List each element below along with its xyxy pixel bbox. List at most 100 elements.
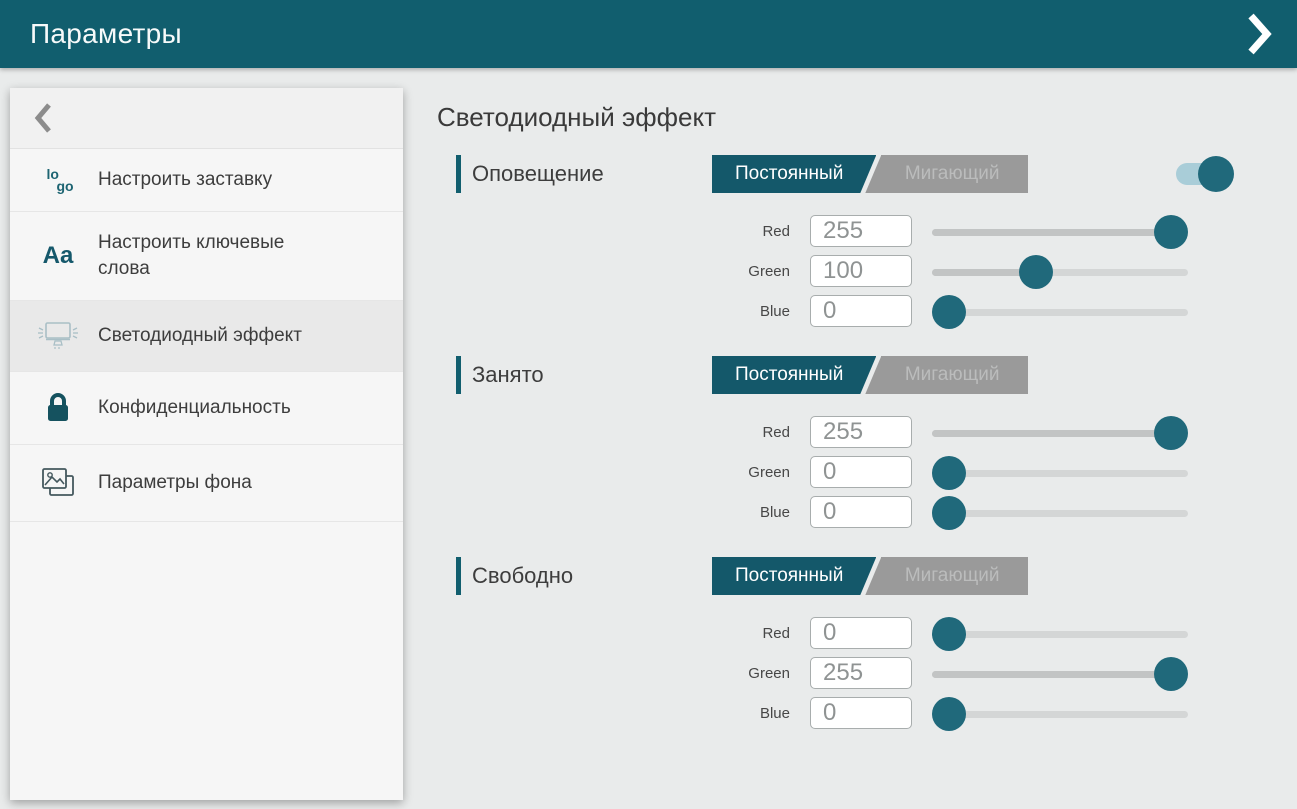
section-accent-bar [456, 356, 461, 394]
slider-thumb[interactable] [932, 697, 966, 731]
green-value-input[interactable] [810, 255, 912, 287]
top-bar: Параметры [0, 0, 1297, 68]
mode-toggle: МигающийПостоянный [712, 155, 1028, 193]
blue-value-input[interactable] [810, 295, 912, 327]
blue-slider[interactable] [932, 496, 1188, 530]
sidebar: logo Настроить заставку Aa Настроить ключев… [10, 88, 403, 800]
sidebar-item-keywords[interactable]: Aa Настроить ключевые слова [10, 212, 403, 301]
blue-channel-row: Blue [403, 295, 1297, 329]
slider-thumb[interactable] [1019, 255, 1053, 289]
green-channel-row: Green [403, 657, 1297, 691]
blue-slider[interactable] [932, 697, 1188, 731]
sidebar-item-background[interactable]: Параметры фона [10, 445, 403, 522]
red-value-input[interactable] [810, 617, 912, 649]
section-accent-bar [456, 155, 461, 193]
section-accent-bar [456, 557, 461, 595]
channel-label: Red [690, 617, 790, 651]
section-header: Занято МигающийПостоянный [403, 356, 1297, 396]
red-channel-row: Red [403, 416, 1297, 450]
red-slider[interactable] [932, 617, 1188, 651]
mode-toggle: МигающийПостоянный [712, 557, 1028, 595]
channel-label: Green [690, 255, 790, 289]
channel-label: Green [690, 456, 790, 490]
mode-blinking-button[interactable]: Мигающий [876, 557, 1028, 595]
channel-label: Red [690, 416, 790, 450]
blue-value-input[interactable] [810, 697, 912, 729]
mode-blinking-button[interactable]: Мигающий [876, 155, 1028, 193]
red-slider[interactable] [932, 416, 1188, 450]
aa-icon: Aa [34, 242, 82, 270]
mode-solid-button[interactable]: Постоянный [712, 155, 876, 193]
section-header: Оповещение МигающийПостоянный [403, 155, 1297, 195]
section-free: Свободно МигающийПостоянный Red Green Blue [403, 557, 1297, 757]
slider-thumb[interactable] [932, 617, 966, 651]
sidebar-item-privacy[interactable]: Конфиденциальность [10, 372, 403, 445]
slider-fill [932, 430, 1171, 437]
sidebar-back-button[interactable] [10, 88, 403, 149]
green-slider[interactable] [932, 657, 1188, 691]
sidebar-item-label: Настроить заставку [98, 167, 272, 193]
green-slider[interactable] [932, 255, 1188, 289]
channel-rows: Red Green Blue [403, 215, 1297, 335]
mode-toggle: МигающийПостоянный [712, 356, 1028, 394]
lock-icon [34, 390, 82, 426]
red-value-input[interactable] [810, 416, 912, 448]
blue-value-input[interactable] [810, 496, 912, 528]
section-title: Оповещение [472, 155, 604, 193]
blue-channel-row: Blue [403, 496, 1297, 530]
chevron-right-icon [1246, 12, 1272, 56]
red-value-input[interactable] [810, 215, 912, 247]
green-value-input[interactable] [810, 657, 912, 689]
slider-thumb[interactable] [932, 496, 966, 530]
red-channel-row: Red [403, 215, 1297, 249]
switch-knob [1198, 156, 1234, 192]
slider-track [932, 309, 1188, 316]
images-icon [34, 463, 82, 503]
sidebar-item-list: logo Настроить заставку Aa Настроить ключев… [10, 149, 403, 522]
page-title: Параметры [30, 0, 182, 68]
section-header: Свободно МигающийПостоянный [403, 557, 1297, 597]
sidebar-item-label: Параметры фона [98, 470, 252, 496]
sidebar-item-label: Светодиодный эффект [98, 323, 302, 349]
channel-label: Blue [690, 496, 790, 530]
green-slider[interactable] [932, 456, 1188, 490]
mode-solid-button[interactable]: Постоянный [712, 356, 876, 394]
led-enable-switch[interactable] [1176, 156, 1234, 192]
section-busy: Занято МигающийПостоянный Red Green Blue [403, 356, 1297, 556]
slider-fill [932, 671, 1171, 678]
display-icon [34, 319, 82, 353]
green-value-input[interactable] [810, 456, 912, 488]
content-title: Светодиодный эффект [437, 101, 716, 133]
green-channel-row: Green [403, 456, 1297, 490]
red-channel-row: Red [403, 617, 1297, 651]
slider-track [932, 711, 1188, 718]
slider-thumb[interactable] [1154, 657, 1188, 691]
collapse-panel-button[interactable] [1235, 10, 1283, 58]
blue-channel-row: Blue [403, 697, 1297, 731]
mode-solid-button[interactable]: Постоянный [712, 557, 876, 595]
sidebar-item-label: Конфиденциальность [98, 395, 291, 421]
slider-track [932, 510, 1188, 517]
sidebar-item-splash[interactable]: logo Настроить заставку [10, 149, 403, 212]
logo-icon: logo [34, 168, 82, 192]
mode-blinking-button[interactable]: Мигающий [876, 356, 1028, 394]
slider-thumb[interactable] [1154, 416, 1188, 450]
slider-track [932, 631, 1188, 638]
sidebar-item-label: Настроить ключевые слова [98, 230, 328, 282]
blue-slider[interactable] [932, 295, 1188, 329]
chevron-left-icon [34, 102, 52, 134]
slider-thumb[interactable] [1154, 215, 1188, 249]
green-channel-row: Green [403, 255, 1297, 289]
channel-rows: Red Green Blue [403, 416, 1297, 536]
channel-label: Red [690, 215, 790, 249]
section-alert: Оповещение МигающийПостоянный Red Green Blue [403, 155, 1297, 355]
section-title: Занято [472, 356, 544, 394]
channel-label: Blue [690, 697, 790, 731]
channel-label: Green [690, 657, 790, 691]
sidebar-item-led[interactable]: Светодиодный эффект [10, 301, 403, 372]
section-title: Свободно [472, 557, 573, 595]
slider-thumb[interactable] [932, 456, 966, 490]
red-slider[interactable] [932, 215, 1188, 249]
slider-thumb[interactable] [932, 295, 966, 329]
channel-label: Blue [690, 295, 790, 329]
